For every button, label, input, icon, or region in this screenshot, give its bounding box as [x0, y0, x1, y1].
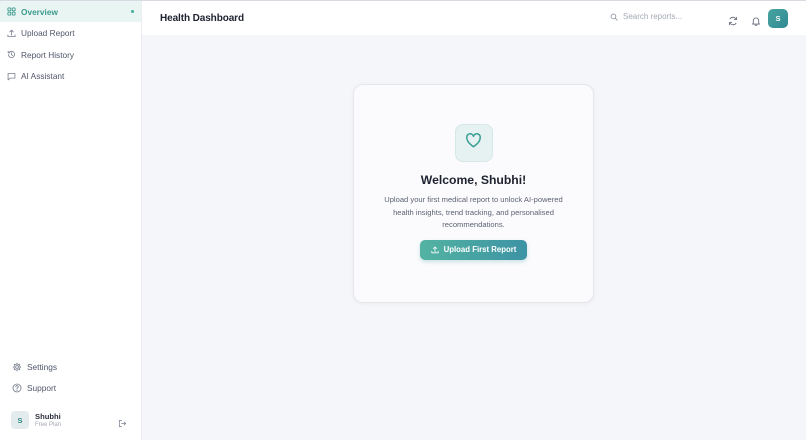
sidebar-bottom-nav: Settings Support: [0, 356, 141, 399]
page-title: Health Dashboard: [160, 12, 244, 24]
upload-first-report-button[interactable]: Upload First Report: [419, 239, 528, 260]
history-icon: [7, 50, 16, 59]
welcome-card: Welcome, Shubhi! Upload your first medic…: [353, 84, 594, 303]
sidebar-item-upload-report[interactable]: Upload Report: [0, 23, 141, 44]
user-plan: Free Plan: [35, 421, 62, 428]
help-circle-icon: [12, 383, 22, 393]
sidebar-item-label: Overview: [21, 6, 58, 17]
upload-icon: [7, 29, 16, 38]
main-area: Health Dashboard Search reports... S Wel…: [142, 1, 806, 440]
heart-icon: [464, 131, 483, 155]
user-name: Shubhi: [35, 411, 61, 421]
active-indicator-dot: [131, 10, 134, 13]
chat-icon: [7, 72, 16, 81]
top-bar: Health Dashboard S: [142, 1, 806, 35]
sidebar-item-ai-assistant[interactable]: AI Assistant: [0, 66, 141, 87]
header-avatar[interactable]: S: [768, 9, 788, 28]
search-icon: [610, 13, 618, 21]
bell-icon[interactable]: [751, 13, 761, 26]
sidebar-item-label: Settings: [27, 361, 57, 372]
welcome-description: Upload your first medical report to unlo…: [384, 195, 563, 229]
sidebar-item-label: Upload Report: [21, 28, 75, 38]
gear-icon: [12, 362, 22, 372]
avatar[interactable]: S: [11, 411, 29, 429]
refresh-icon[interactable]: [728, 13, 738, 26]
heart-icon-container: [454, 124, 493, 162]
sidebar-item-label: Report History: [21, 49, 75, 60]
content-area: Welcome, Shubhi! Upload your first medic…: [142, 35, 806, 440]
sidebar-item-label: AI Assistant: [21, 71, 65, 81]
logout-icon[interactable]: [118, 415, 127, 428]
upload-button-label: Upload First Report: [443, 245, 517, 254]
welcome-title: Welcome, Shubhi!: [420, 173, 527, 187]
user-info: Shubhi Free Plan: [35, 412, 61, 429]
sidebar-nav: Overview Upload Report Report History AI…: [0, 1, 141, 87]
sidebar-item-overview[interactable]: Overview: [0, 1, 141, 22]
dashboard-icon: [7, 7, 16, 16]
user-profile: S Shubhi Free Plan: [0, 402, 141, 438]
sidebar: Overview Upload Report Report History AI…: [0, 1, 142, 440]
search-input[interactable]: [623, 12, 723, 21]
sidebar-item-settings[interactable]: Settings: [0, 356, 141, 378]
sidebar-item-support[interactable]: Support: [0, 378, 141, 400]
app-window: Overview Upload Report Report History AI…: [0, 0, 806, 440]
sidebar-item-report-history[interactable]: Report History: [0, 44, 141, 65]
sidebar-item-label: Support: [27, 383, 57, 394]
upload-icon: [431, 246, 439, 254]
search-box[interactable]: [610, 12, 723, 21]
sidebar-footer: Settings Support S Shubhi Free Plan: [0, 356, 141, 440]
